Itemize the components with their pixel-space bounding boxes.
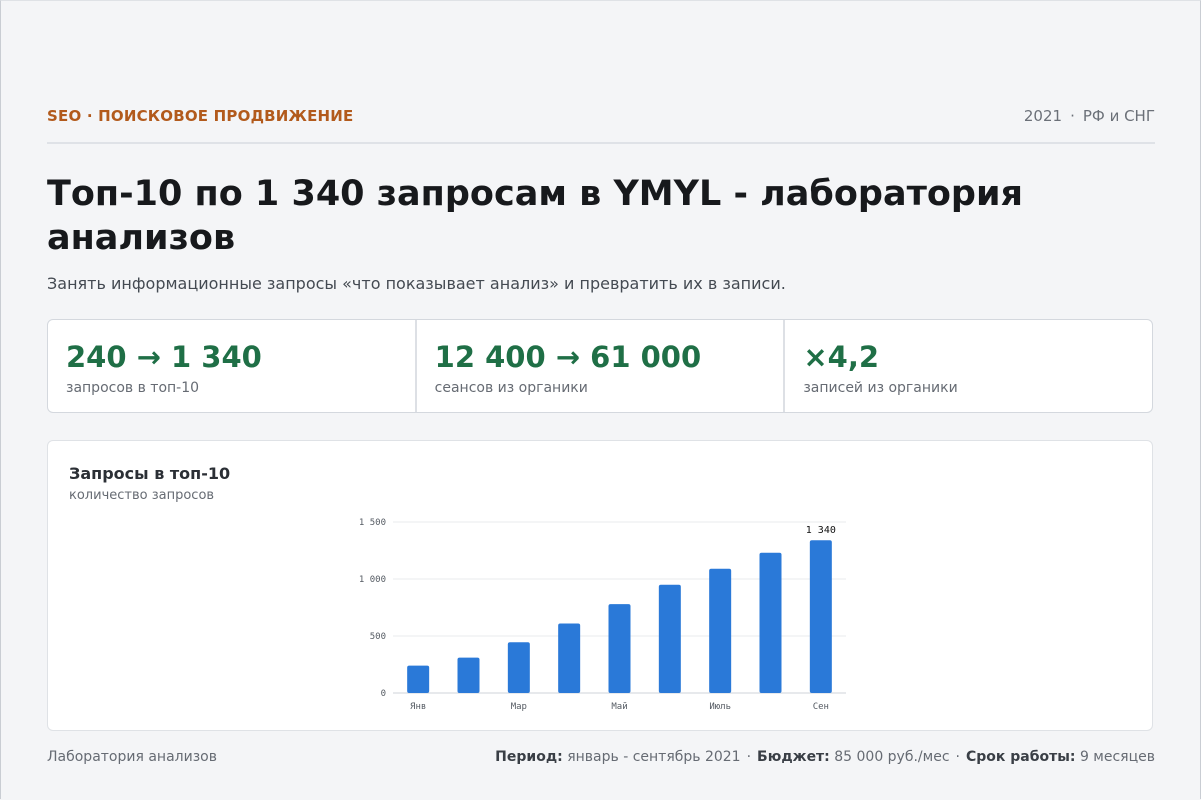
bar: [759, 552, 782, 693]
year-label: 2021: [1023, 107, 1063, 125]
meta-separator: ·: [1070, 107, 1075, 125]
bar: [608, 604, 631, 693]
page-title: Топ-10 по 1 340 запросам в YMYL - лабора…: [47, 174, 1023, 258]
y-tick-label: 500: [370, 632, 386, 642]
bar: [658, 584, 681, 693]
period-value: январь - сентябрь 2021: [567, 749, 741, 765]
top-row: SEO · ПОИСКОВОЕ ПРОДВИЖЕНИЕ 2021 · РФ и СН…: [47, 104, 1155, 128]
stat-label: сеансов из органики: [434, 380, 588, 396]
region-label: РФ и СНГ: [1082, 107, 1155, 125]
bar: [809, 540, 832, 693]
header-divider: [47, 142, 1155, 144]
meta-separator: ·: [955, 749, 960, 765]
x-tick-label: Сен: [813, 702, 829, 712]
meta-info: 2021 · РФ и СНГ: [1024, 107, 1155, 125]
bar: [457, 657, 480, 693]
x-tick-label: Май: [611, 702, 627, 712]
stat-bookings: ×4,2 записей из органики: [783, 320, 1152, 412]
x-tick-label: Мар: [511, 702, 527, 712]
project-meta: Период: январь - сентябрь 2021 · Бюджет: 8…: [495, 749, 1155, 765]
y-tick-label: 0: [381, 689, 386, 699]
bar: [507, 642, 530, 693]
category-label: SEO · ПОИСКОВОЕ ПРОДВИЖЕНИЕ: [47, 107, 354, 125]
x-tick-label: Янв: [410, 702, 426, 712]
stat-queries: 240 → 1 340 запросов в топ-10: [48, 320, 415, 412]
x-tick-label: Июль: [709, 702, 731, 712]
client-name: Лаборатория анализов: [47, 749, 217, 765]
budget-label: Бюджет:: [757, 749, 830, 765]
chart-card: Запросы в топ-10 количество запросов 0 50…: [47, 440, 1153, 731]
stat-value: 240 → 1 340: [66, 340, 262, 374]
bar: [709, 568, 732, 693]
period-label: Период:: [495, 749, 563, 765]
stat-value: 12 400 → 61 000: [434, 340, 702, 374]
data-label: 1 340: [806, 525, 836, 536]
stat-sessions: 12 400 → 61 000 сеансов из органики: [414, 320, 784, 412]
stats-panel: 240 → 1 340 запросов в топ-10 12 400 → 6…: [47, 319, 1153, 413]
y-tick-label: 1 000: [359, 575, 386, 585]
y-tick-label: 1 500: [359, 518, 386, 528]
bar: [558, 623, 581, 693]
meta-separator: ·: [746, 749, 752, 765]
stat-label: записей из органики: [803, 380, 958, 396]
duration-label: Срок работы:: [965, 749, 1076, 765]
page-subtitle: Занять информационные запросы «что показ…: [47, 274, 786, 293]
stat-label: запросов в топ-10: [66, 380, 200, 396]
budget-value: 85 000 руб./мес: [834, 749, 950, 765]
stat-value: ×4,2: [803, 340, 880, 374]
bar-chart: 0 500 1 000 1 500 Янв Мар Май Июль Сен 1 340: [359, 518, 846, 712]
bar: [407, 665, 430, 693]
duration-value: 9 месяцев: [1079, 749, 1155, 765]
